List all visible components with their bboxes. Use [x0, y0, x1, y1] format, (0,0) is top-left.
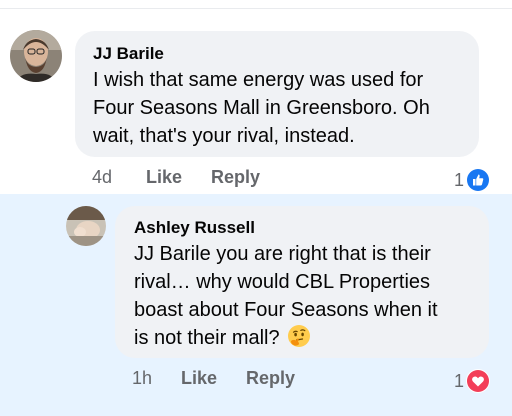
comment-text: JJ Barile you are right that is their ri…: [134, 240, 486, 352]
comment-timestamp[interactable]: 4d: [92, 167, 112, 188]
reaction-summary[interactable]: 1: [454, 168, 491, 192]
like-button[interactable]: Like: [146, 167, 182, 188]
thumbs-up-icon: [466, 168, 491, 192]
reaction-count: 1: [454, 169, 465, 190]
comment-text-line: is not their mall?: [134, 327, 280, 349]
comment-bubble: JJ Barile I wish that same energy was us…: [75, 31, 479, 157]
avatar[interactable]: [66, 206, 106, 246]
comment-author[interactable]: JJ Barile: [93, 44, 164, 64]
reaction-count: 1: [454, 370, 465, 391]
comment-text: I wish that same energy was used for Fou…: [93, 66, 473, 150]
comment-text-line: JJ Barile you are right that is their: [134, 243, 431, 265]
avatar[interactable]: [10, 30, 62, 82]
comment-text-line-last: is not their mall?: [134, 324, 486, 352]
reaction-summary[interactable]: 1: [454, 369, 491, 393]
reply-button[interactable]: Reply: [211, 167, 260, 188]
comment-bubble: Ashley Russell JJ Barile you are right t…: [115, 206, 489, 358]
comment-text-line: Four Seasons Mall in Greensboro. Oh: [93, 97, 430, 119]
comment-author[interactable]: Ashley Russell: [134, 218, 255, 238]
comment-text-line: rival… why would CBL Properties: [134, 271, 431, 293]
heart-icon: [466, 369, 491, 393]
comment-text-line: boast about Four Seasons when it: [134, 299, 438, 321]
comment-text-line: I wish that same energy was used for: [93, 69, 424, 91]
comment-text-line: wait, that's your rival, instead.: [93, 125, 355, 147]
reply-button[interactable]: Reply: [246, 368, 295, 389]
thinking-face-icon: [287, 324, 311, 348]
like-button[interactable]: Like: [181, 368, 217, 389]
comment-timestamp[interactable]: 1h: [132, 368, 152, 389]
top-divider: [0, 0, 512, 9]
